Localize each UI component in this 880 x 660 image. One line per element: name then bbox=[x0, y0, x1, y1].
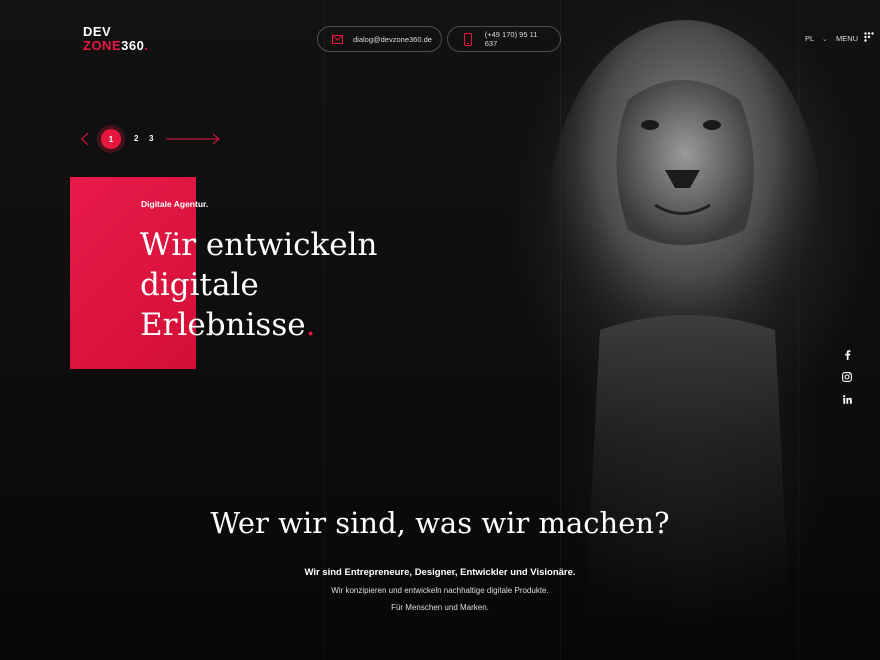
hero-headline-line: Wir entwickeln bbox=[140, 227, 378, 263]
email-text: dialog@devzone360.de bbox=[353, 34, 432, 44]
language-select[interactable]: PL ⌄ bbox=[805, 34, 828, 43]
menu-grid-icon[interactable] bbox=[864, 32, 874, 42]
phone-button[interactable]: (+49 170) 95 11 637 bbox=[447, 26, 561, 52]
chevron-down-icon: ⌄ bbox=[822, 36, 828, 43]
logo[interactable]: DEV ZONE360. bbox=[83, 25, 148, 53]
phone-icon bbox=[462, 32, 475, 46]
hero-headline-line: digitale bbox=[140, 267, 259, 303]
about-text: Für Menschen und Marken. bbox=[391, 603, 489, 612]
slide-dot-3[interactable]: 3 bbox=[149, 134, 153, 143]
slider-nav: 1 2 3 bbox=[80, 126, 230, 152]
arrow-right-icon[interactable] bbox=[166, 132, 222, 146]
phone-text: (+49 170) 95 11 637 bbox=[484, 30, 538, 48]
slide-dot-2[interactable]: 2 bbox=[134, 134, 138, 143]
linkedin-icon[interactable] bbox=[840, 392, 854, 406]
logo-line2: ZONE360. bbox=[83, 38, 149, 53]
lion-image bbox=[550, 20, 820, 640]
about-lead: Wir sind Entrepreneure, Designer, Entwic… bbox=[304, 567, 576, 578]
mail-icon bbox=[332, 32, 343, 46]
language-label: PL bbox=[805, 34, 814, 43]
menu-button[interactable]: MENU bbox=[836, 34, 858, 43]
about-text: Wir konzipieren und entwickeln nachhalti… bbox=[331, 586, 549, 595]
about-title: Wer wir sind, was wir machen? bbox=[210, 506, 670, 540]
hero-subtitle: Digitale Agentur. bbox=[141, 199, 209, 209]
email-button[interactable]: dialog@devzone360.de bbox=[317, 26, 442, 52]
chevron-left-icon[interactable] bbox=[80, 132, 90, 146]
logo-line1: DEV bbox=[83, 24, 112, 39]
facebook-icon[interactable] bbox=[840, 348, 854, 362]
instagram-icon[interactable] bbox=[840, 370, 854, 384]
hero-headline-line-last: Erlebnisse. bbox=[140, 307, 316, 343]
hero-headline: Wir entwickeln digitale Erlebnisse. bbox=[140, 225, 460, 345]
slide-dot-1[interactable]: 1 bbox=[101, 129, 121, 149]
